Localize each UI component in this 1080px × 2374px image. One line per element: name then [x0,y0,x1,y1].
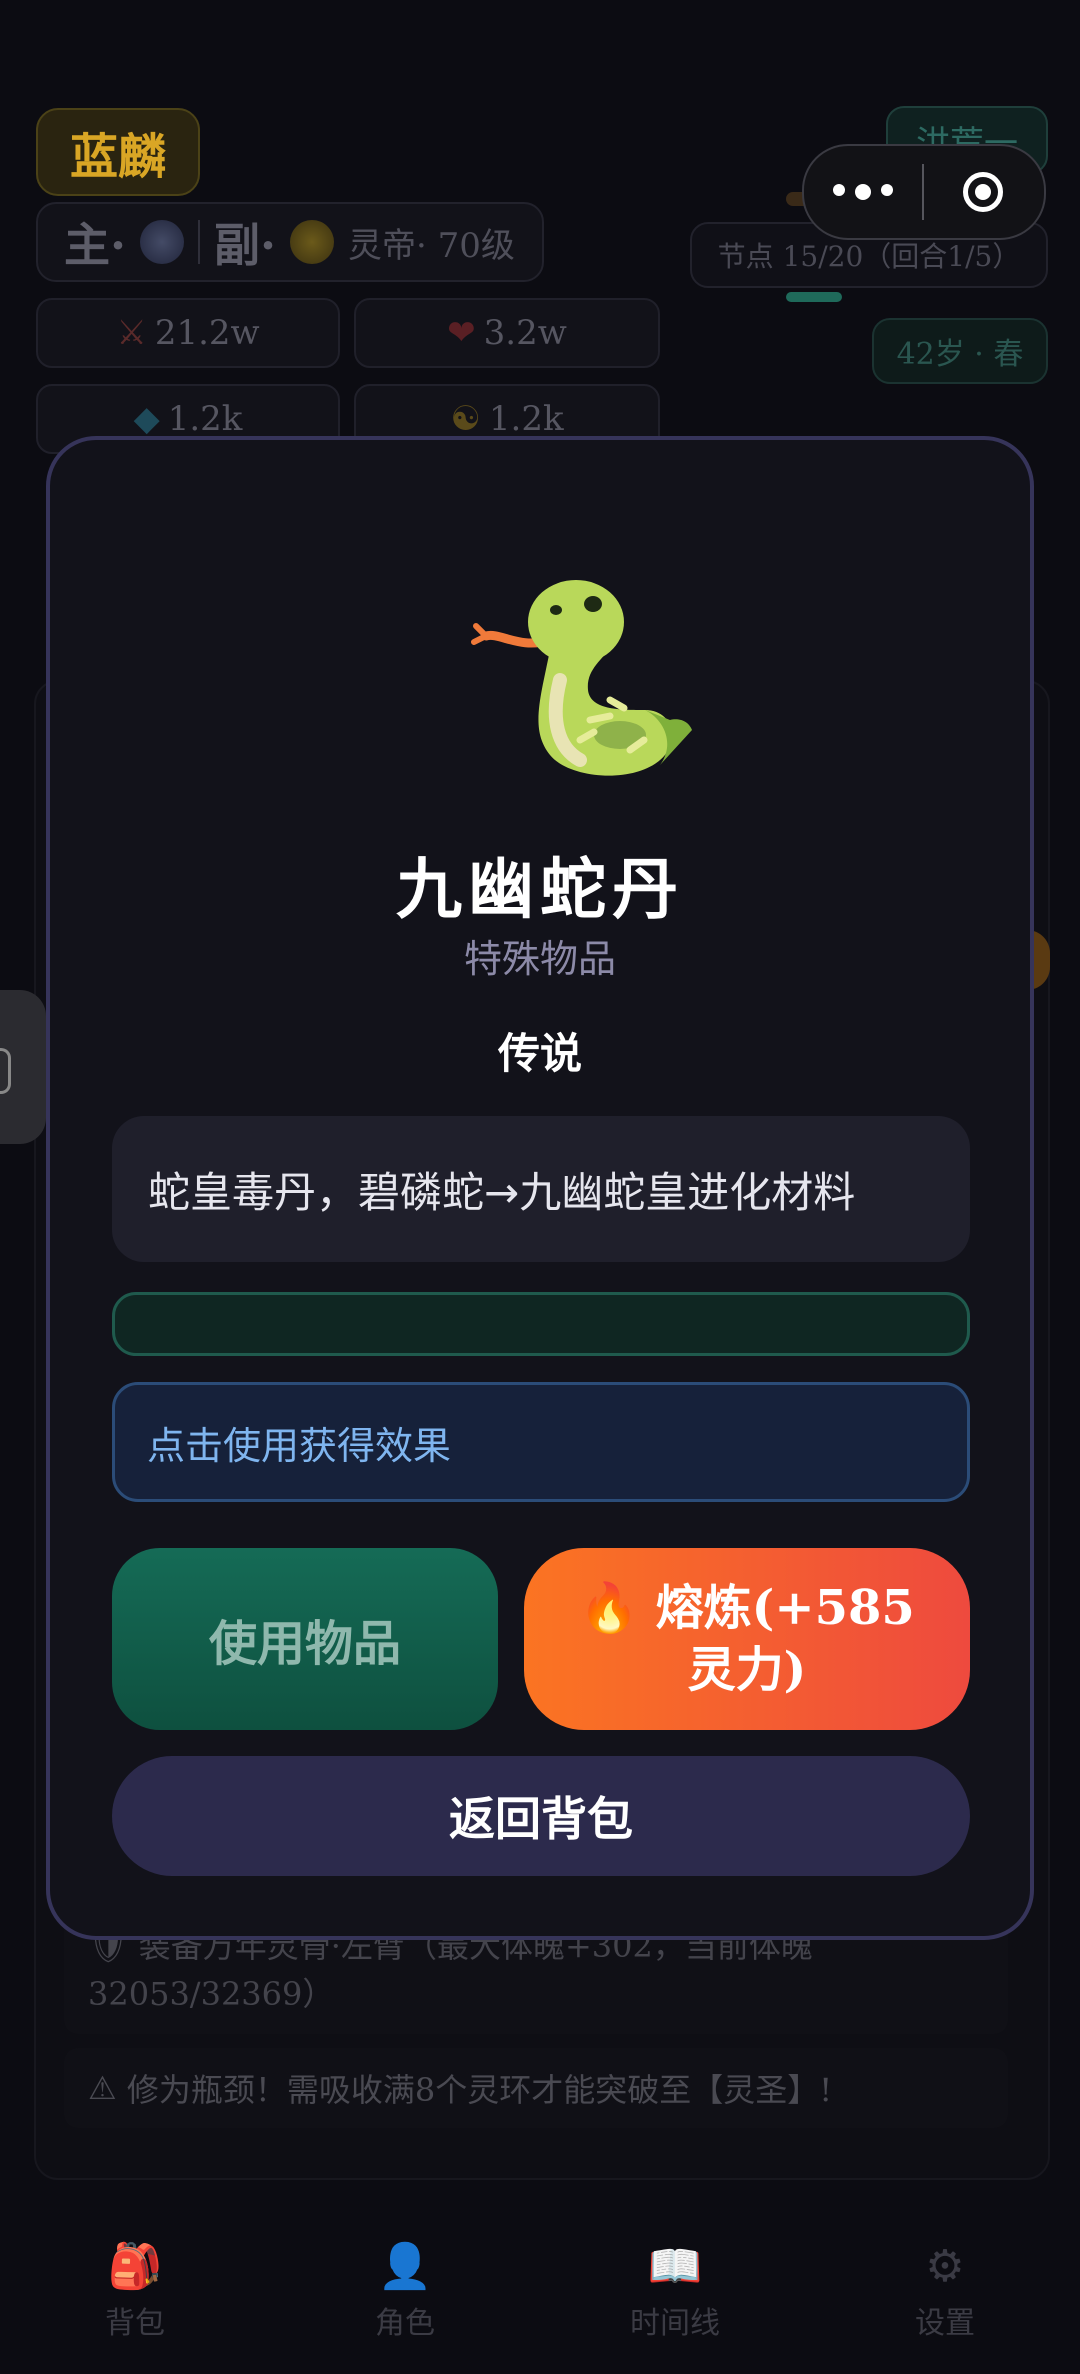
progress-bar-small [786,292,842,302]
log-entry-warning: ⚠ 修为瓶颈！需吸收满8个灵环才能突破至【灵圣】! [64,2048,1008,2128]
divider [198,220,201,264]
stat-hp-value: 3.2w [483,313,567,353]
back-to-backpack-button[interactable]: 返回背包 [112,1756,970,1876]
stat-attack: ⚔ 21.2w [36,298,340,368]
tab-label: 设置 [915,2306,975,2341]
tab-character[interactable]: 👤 角色 [270,2220,540,2374]
heart-icon: ❤ [447,313,476,353]
stat-defense-value: 1.2k [167,399,243,439]
close-button[interactable] [924,172,1042,212]
tab-settings[interactable]: ⚙ 设置 [810,2220,1080,2374]
item-detail-modal: 九幽蛇丹 特殊物品 传说 蛇皇毒丹，碧磷蛇→九幽蛇皇进化材料 点击使用获得效果 … [46,436,1034,1940]
warning-icon: ⚠ [88,2069,117,2107]
main-label: 主· [64,218,127,272]
snake-icon [471,580,692,776]
sub-orb-icon [290,220,335,264]
diamond-icon: ◆ [133,399,160,439]
smelt-button[interactable]: 🔥 熔炼(+585灵力) [524,1548,970,1730]
sword-icon: ⚔ [116,313,147,353]
person-icon: 👤 [377,2241,433,2292]
use-item-button[interactable]: 使用物品 [112,1548,498,1730]
level-text: 灵帝· 70级 [348,225,515,266]
stat-hp: ❤ 3.2w [354,298,660,368]
target-icon [963,172,1003,212]
item-description: 蛇皇毒丹，碧磷蛇→九幽蛇皇进化材料 [112,1116,970,1262]
more-button[interactable] [804,184,922,200]
tab-label: 时间线 [630,2306,720,2341]
tab-timeline[interactable]: 📖 时间线 [540,2220,810,2374]
mini-program-capsule [802,144,1046,240]
side-drawer-handle[interactable] [0,990,46,1144]
stat-spirit-value: 1.2k [488,399,564,439]
main-orb-icon [140,220,185,264]
use-hint: 点击使用获得效果 [112,1382,970,1502]
item-name: 九幽蛇丹 [396,850,684,928]
bottom-tab-bar: 🎒 背包 👤 角色 📖 时间线 ⚙ 设置 [0,2220,1080,2374]
tab-backpack[interactable]: 🎒 背包 [0,2220,270,2374]
item-rarity: 传说 [497,1029,582,1078]
log-text-2: 修为瓶颈！需吸收满8个灵环才能突破至【灵圣】! [126,2071,833,2109]
dot-icon [855,184,871,200]
dot-icon [833,184,845,196]
sub-label: 副· [214,218,277,272]
dot-icon [881,184,893,196]
realm-tag: 蓝麟 [36,108,200,196]
item-type: 特殊物品 [463,937,616,981]
age-badge: 42岁 · 春 [872,318,1048,384]
book-icon: 📖 [647,2241,703,2292]
stat-attack-value: 21.2w [154,313,260,353]
yinyang-icon: ☯ [450,399,481,439]
tab-label: 背包 [105,2306,165,2341]
effect-bar [112,1292,970,1356]
tab-label: 角色 [375,2306,435,2341]
role-bar: 主· 副· 灵帝· 70级 [36,202,544,282]
gear-icon: ⚙ [925,2241,965,2292]
backpack-icon: 🎒 [107,2241,163,2292]
